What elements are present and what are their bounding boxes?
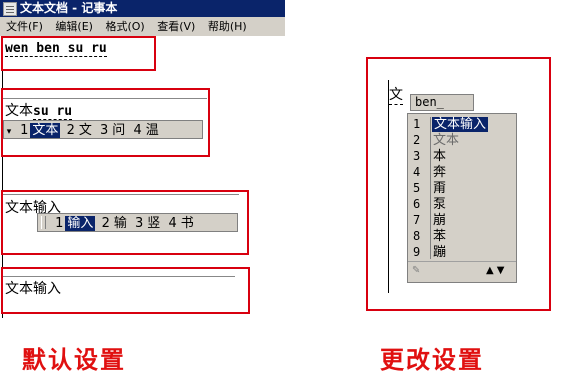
candidate-bar-2: 1 输入 2输 3竖 4书 bbox=[37, 213, 238, 232]
separator bbox=[3, 98, 207, 99]
composition-pinyin: wen ben su ru bbox=[5, 41, 107, 57]
candidate[interactable]: 文 bbox=[77, 123, 94, 138]
item-number: 2 bbox=[413, 133, 421, 147]
item-number: 1 bbox=[413, 117, 421, 131]
changed-settings-caption: 更改设置 bbox=[380, 346, 484, 374]
list-item[interactable]: 9蹦 bbox=[408, 245, 516, 260]
notepad-icon bbox=[3, 2, 17, 16]
committed-text: 文 bbox=[389, 84, 403, 105]
list-item[interactable]: 4奔 bbox=[408, 165, 516, 180]
item-text: 文本 bbox=[433, 133, 460, 148]
list-footer: ✎ ▲▼ bbox=[408, 261, 516, 282]
cand-num: 4 bbox=[133, 123, 142, 138]
cand-num: 2 bbox=[66, 123, 75, 138]
item-text: 苯 bbox=[433, 229, 447, 244]
cand-num: 3 bbox=[100, 123, 109, 138]
list-item[interactable]: 5甭 bbox=[408, 181, 516, 196]
title-bar: 文本文档 - 记事本 bbox=[0, 0, 285, 17]
cand-num: 4 bbox=[168, 216, 177, 231]
composition-text: wen ben su ru bbox=[5, 41, 107, 57]
menu-format[interactable]: 格式(O) bbox=[105, 20, 144, 33]
candidate-list: 1 文本输入 2 文本 3本 4奔 5甭 6泵 7崩 8苯 9蹦 ✎ ▲▼ bbox=[407, 113, 517, 283]
candidate[interactable]: 书 bbox=[179, 216, 196, 231]
left-edge bbox=[388, 80, 389, 293]
cand-num: 1 bbox=[20, 123, 29, 138]
list-item[interactable]: 2 文本 bbox=[408, 133, 516, 148]
pending-pinyin: su ru bbox=[33, 104, 73, 120]
candidate[interactable]: 温 bbox=[144, 123, 161, 138]
item-text: 蹦 bbox=[433, 245, 447, 260]
cand-num: 2 bbox=[101, 216, 110, 231]
committed-text: 文本 bbox=[5, 103, 33, 119]
cand-num: 1 bbox=[55, 216, 64, 231]
candidate[interactable]: 输 bbox=[112, 216, 129, 231]
candidate[interactable]: 竖 bbox=[145, 216, 162, 231]
page-arrows-icon[interactable]: ▲▼ bbox=[486, 265, 507, 276]
drag-handle[interactable] bbox=[41, 216, 46, 229]
item-number: 9 bbox=[413, 245, 421, 259]
menu-edit[interactable]: 编辑(E) bbox=[55, 20, 93, 33]
list-item[interactable]: 7崩 bbox=[408, 213, 516, 228]
window-title: 文本文档 - 记事本 bbox=[20, 1, 118, 15]
candidate-selected[interactable]: 文本 bbox=[30, 123, 61, 138]
item-text: 甭 bbox=[433, 181, 447, 196]
item-number: 5 bbox=[413, 181, 421, 195]
default-settings-caption: 默认设置 bbox=[22, 346, 126, 374]
separator bbox=[3, 194, 239, 195]
item-number: 4 bbox=[413, 165, 421, 179]
menu-file[interactable]: 文件(F) bbox=[6, 20, 43, 33]
separator bbox=[3, 276, 235, 277]
grip-icon[interactable]: ✎ bbox=[412, 265, 420, 276]
cand-num: 3 bbox=[135, 216, 144, 231]
item-text: 文本输入 bbox=[432, 117, 489, 132]
item-text: 崩 bbox=[433, 213, 447, 228]
item-text: 奔 bbox=[433, 165, 447, 180]
list-item[interactable]: 1 文本输入 bbox=[408, 117, 516, 132]
list-item[interactable]: 6泵 bbox=[408, 197, 516, 212]
list-item[interactable]: 3本 bbox=[408, 149, 516, 164]
item-number: 3 bbox=[413, 149, 421, 163]
candidate-selected[interactable]: 输入 bbox=[65, 216, 96, 231]
dropdown-arrow-icon[interactable]: ▾ bbox=[4, 123, 14, 142]
candidate[interactable]: 问 bbox=[110, 123, 127, 138]
pinyin-input-box: ben_ bbox=[410, 94, 474, 111]
item-number: 6 bbox=[413, 197, 421, 211]
item-text: 泵 bbox=[433, 197, 447, 212]
menu-view[interactable]: 查看(V) bbox=[157, 20, 195, 33]
committed-text: 文本输入 bbox=[5, 281, 61, 297]
menu-bar: 文件(F) 编辑(E) 格式(O) 查看(V) 帮助(H) bbox=[0, 17, 285, 36]
list-item[interactable]: 8苯 bbox=[408, 229, 516, 244]
item-number: 8 bbox=[413, 229, 421, 243]
item-text: 本 bbox=[433, 149, 447, 164]
partial-text: 文本su ru bbox=[5, 100, 73, 120]
menu-help[interactable]: 帮助(H) bbox=[208, 20, 247, 33]
candidate-bar-1: ▾ 1 文本 2文 3问 4温 bbox=[3, 120, 203, 139]
item-number: 7 bbox=[413, 213, 421, 227]
